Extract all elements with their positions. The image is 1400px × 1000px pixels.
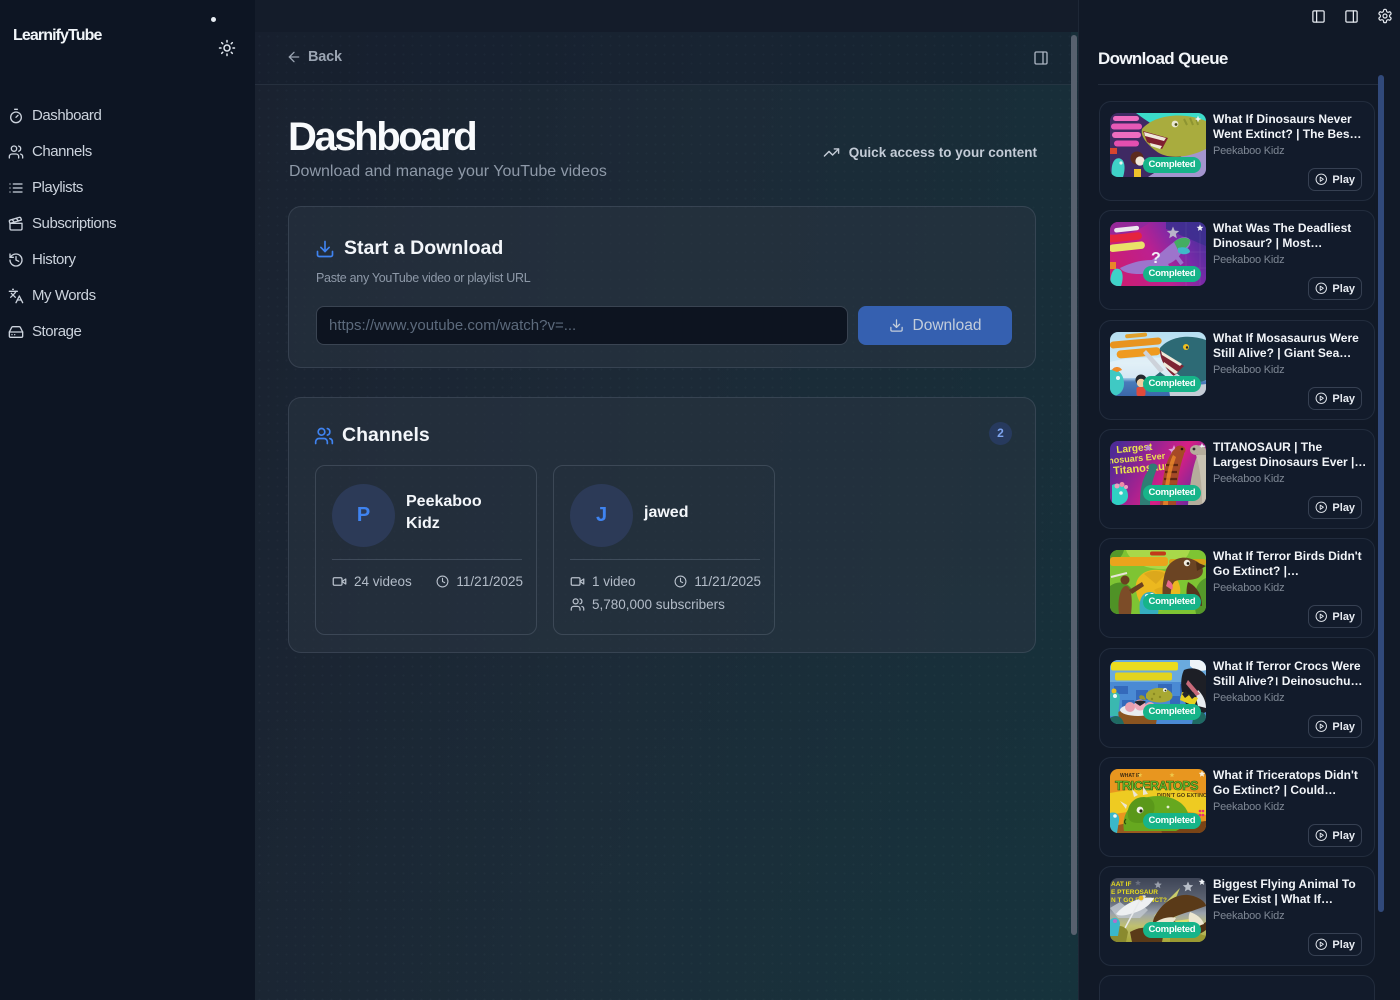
svg-text:E PTEROSAUR: E PTEROSAUR (1111, 889, 1158, 896)
svg-text:AAT IF: AAT IF (1111, 881, 1131, 888)
svg-text:TRICERATOPS: TRICERATOPS (1115, 779, 1198, 793)
svg-text:?: ? (1151, 250, 1161, 267)
